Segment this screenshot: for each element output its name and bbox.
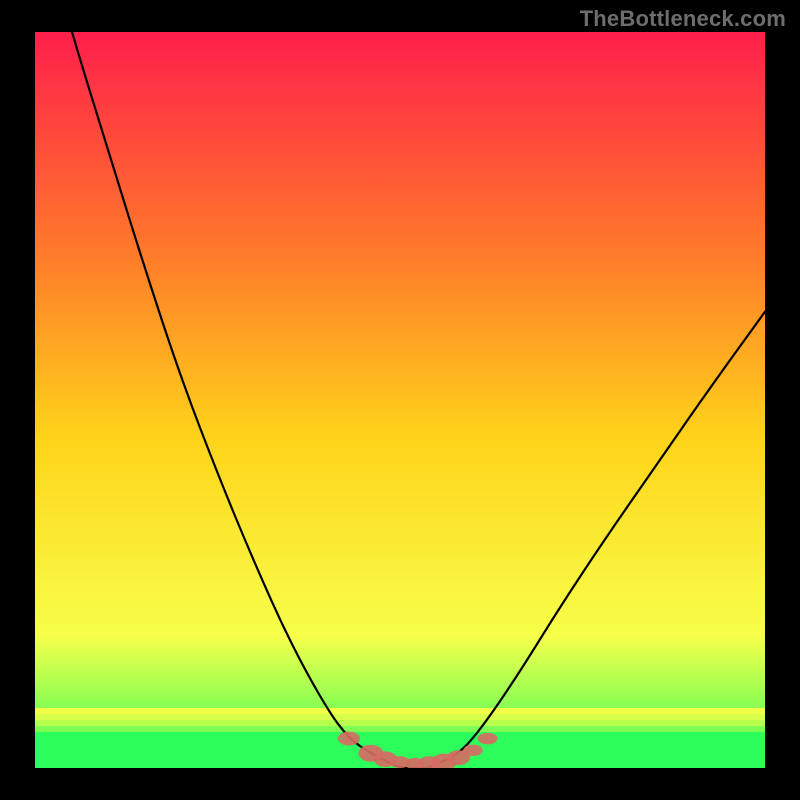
bottom-marker (463, 745, 483, 757)
bottom-marker (338, 732, 360, 746)
plot-area (35, 32, 765, 768)
band-lime-3 (35, 714, 765, 720)
app-frame: TheBottleneck.com (0, 0, 800, 800)
watermark-text: TheBottleneck.com (580, 6, 786, 32)
band-lime-1 (35, 726, 765, 732)
band-lime-4 (35, 708, 765, 714)
bottleneck-curve-chart (35, 32, 765, 768)
band-lime-2 (35, 720, 765, 726)
bottom-marker (478, 733, 498, 745)
gradient-background (35, 32, 765, 768)
